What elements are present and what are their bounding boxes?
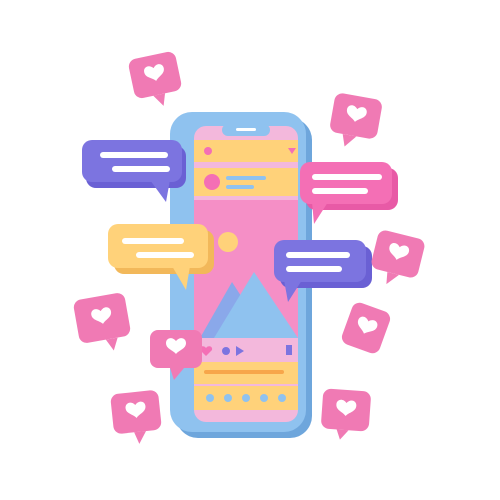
avatar [204,174,220,190]
heart-card-top [128,51,182,106]
chat-bubble-pink-right [300,162,398,224]
username-line [226,176,266,180]
subtitle-line [226,185,254,189]
caption-line [204,370,284,374]
bookmark-icon [286,345,292,355]
heart-card-right-mid [341,302,391,354]
phone-speaker [236,128,256,131]
heart-card-left [73,293,131,351]
heart-card-top-right [330,93,382,147]
chat-bubble-purple-right [274,240,372,302]
home-icon [206,394,214,402]
add-icon [242,394,250,402]
search-icon [224,394,232,402]
social-media-illustration [73,51,425,444]
sun-icon [218,232,238,252]
heart-card-right [371,230,425,285]
notifications-icon [260,394,268,402]
heart-card-bottom-right [321,388,371,440]
profile-icon [278,394,286,402]
camera-icon [204,147,212,155]
heart-card-bottom-left [110,390,162,444]
comment-icon [222,347,230,355]
